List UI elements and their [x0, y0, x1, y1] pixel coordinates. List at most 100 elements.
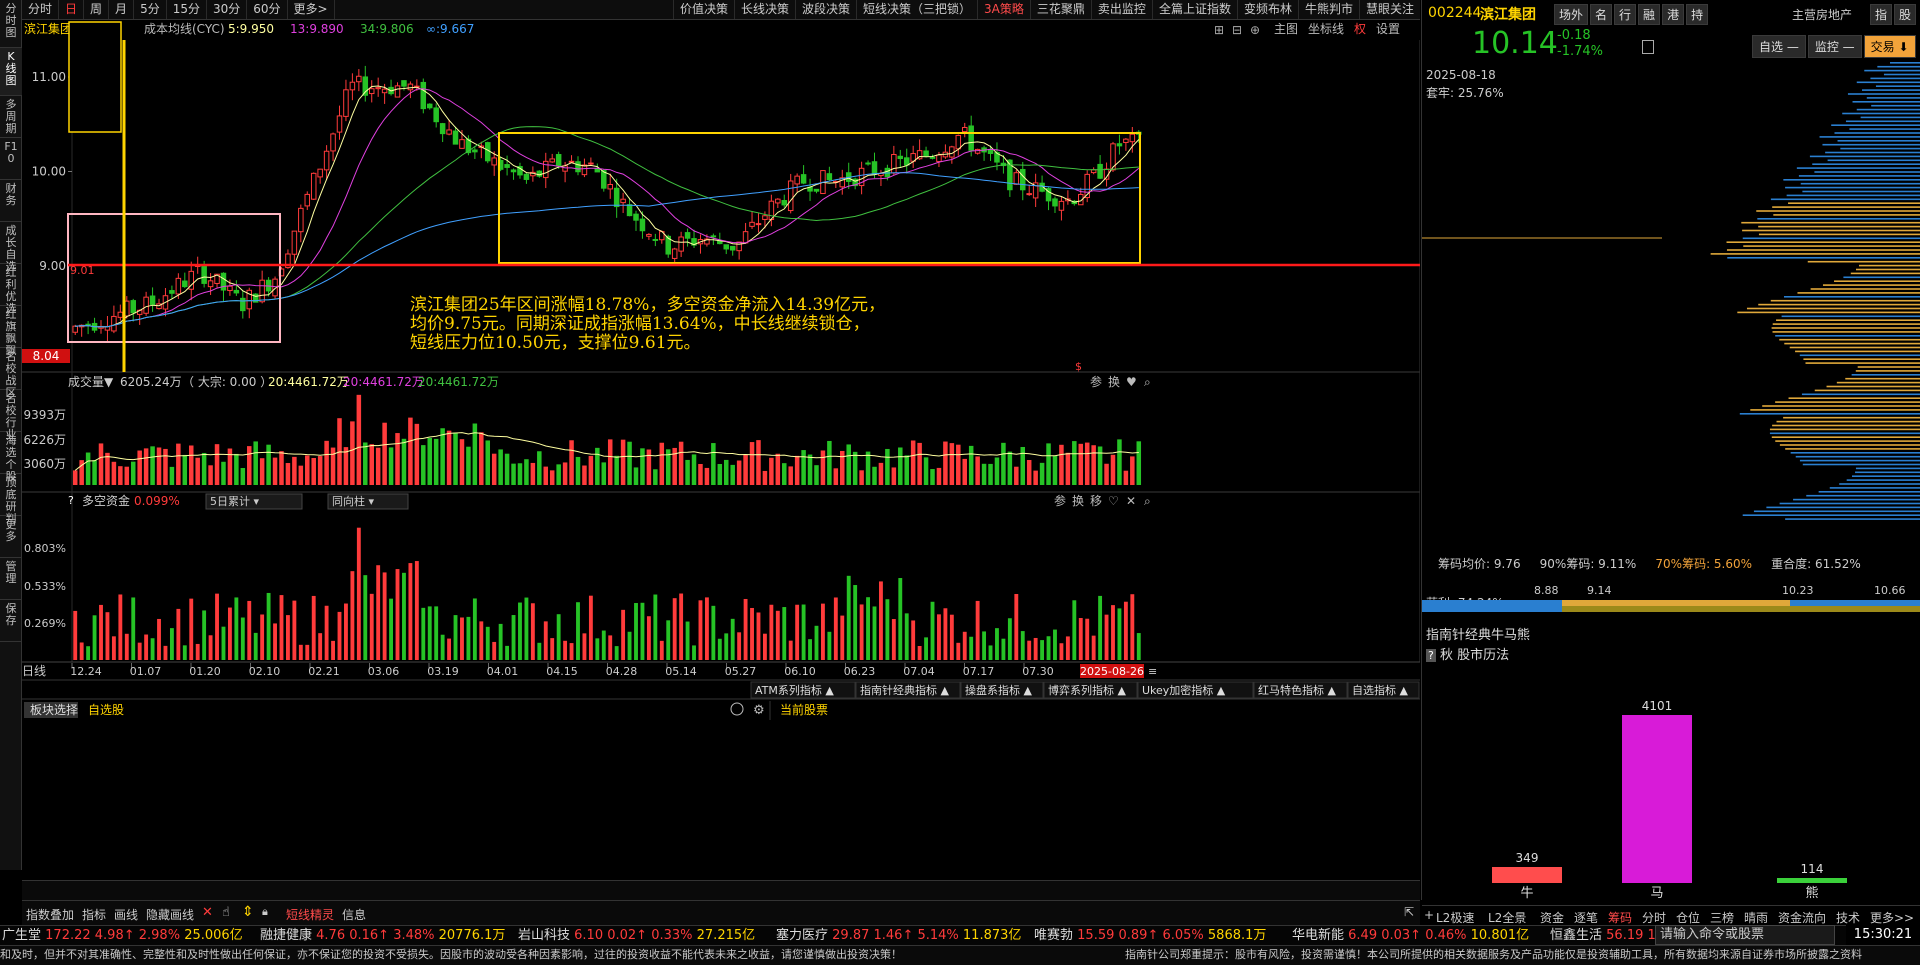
strategy-tab[interactable]: 三花聚鼎: [1029, 0, 1091, 19]
expand-icon[interactable]: ⇱: [1404, 905, 1414, 919]
ticker-item[interactable]: 广生堂 172.22 4.98↑ 2.98% 25.006亿: [2, 926, 243, 945]
panel-tab[interactable]: L2极速: [1436, 909, 1474, 925]
close-icon[interactable]: ✕: [1126, 494, 1136, 508]
date-menu-icon[interactable]: ≡: [1148, 665, 1157, 678]
gear-icon[interactable]: ⚙: [753, 703, 765, 718]
strategy-tab[interactable]: 慧眼关注: [1358, 0, 1420, 19]
period-tab[interactable]: 月: [109, 0, 135, 19]
volume-control[interactable]: 换: [1108, 375, 1120, 389]
stock-action-button[interactable]: 名: [1590, 4, 1613, 25]
volume-control[interactable]: 参: [1090, 374, 1102, 389]
sidebar-item-13[interactable]: 管理: [0, 558, 22, 600]
zoom-in-icon[interactable]: ⊞: [1214, 23, 1224, 37]
chart-control[interactable]: 权: [1354, 22, 1366, 36]
command-input[interactable]: 请输入命令或股票: [1655, 925, 1835, 945]
chart-control[interactable]: 坐标线: [1308, 22, 1344, 36]
help-icon[interactable]: ?: [68, 494, 74, 507]
sidebar-item-2[interactable]: 多周期: [0, 96, 22, 138]
search-icon[interactable]: ⌕: [1144, 494, 1151, 508]
sidebar-item-1[interactable]: K线图: [0, 48, 22, 96]
panel-tab[interactable]: 逐笔: [1574, 909, 1598, 925]
flag-button[interactable]: 指: [1870, 4, 1893, 25]
sidebar-item-4[interactable]: 财务: [0, 180, 22, 222]
stock-action-button[interactable]: 行: [1614, 4, 1637, 25]
period-tab[interactable]: 日: [59, 0, 85, 19]
panel-tab[interactable]: 筹码: [1608, 909, 1632, 925]
sidebar-item-8[interactable]: 名校战区: [0, 348, 22, 399]
strategy-tab[interactable]: 全篇上证指数: [1151, 0, 1237, 19]
tool-item[interactable]: 指数叠加: [26, 906, 74, 923]
heart-icon[interactable]: ♡: [1108, 494, 1119, 508]
stock-action-button[interactable]: 港: [1662, 4, 1685, 25]
ticker-item[interactable]: 恒鑫生活 56.19 1↑: [1550, 926, 1667, 945]
panel-action-button[interactable]: 交易 ⬇: [1863, 35, 1916, 58]
fund-control[interactable]: 换: [1072, 494, 1084, 508]
zoom-out-icon[interactable]: ⊟: [1232, 23, 1242, 37]
kline-svg[interactable]: 滨江集团 成本均线(CYC) 5:9.950 13:9.890 34:9.806 ∞:9.…: [22, 20, 1420, 880]
sidebar-item-3[interactable]: F10: [0, 138, 22, 180]
indicator-name[interactable]: 成本均线(CYC): [144, 22, 225, 36]
tool-item[interactable]: 短线精灵: [286, 906, 334, 923]
strategy-tab[interactable]: 短线决策（三把锁）: [856, 0, 977, 19]
lock-icon[interactable]: 🔒︎: [262, 905, 268, 919]
calendar-icon[interactable]: [1642, 40, 1654, 54]
tool-item[interactable]: 隐藏画线: [146, 906, 194, 923]
panel-tab[interactable]: 技术: [1836, 909, 1860, 925]
tool-item[interactable]: 指标: [82, 906, 106, 923]
panel-tab[interactable]: L2全景: [1488, 909, 1526, 925]
pause-icon[interactable]: [730, 702, 744, 716]
period-tab[interactable]: 15分: [167, 0, 207, 19]
delete-icon[interactable]: ✕: [202, 905, 213, 920]
strategy-tab[interactable]: 牛熊判市: [1297, 0, 1359, 19]
strategy-tab[interactable]: 卖出监控: [1090, 0, 1152, 19]
ticker-item[interactable]: 岩山科技 6.10 0.02↑ 0.33% 27.215亿: [518, 926, 755, 945]
strategy-tab[interactable]: 变频布林: [1236, 0, 1298, 19]
stock-action-button[interactable]: 场外: [1554, 4, 1589, 25]
sidebar-item-10[interactable]: 海选个股: [0, 432, 22, 483]
strategy-tab[interactable]: 波段决策: [795, 0, 856, 19]
sidebar-item-6[interactable]: 红利优选: [0, 264, 22, 315]
plus-icon[interactable]: +: [1424, 908, 1434, 922]
panel-tab[interactable]: 三榜: [1710, 909, 1734, 925]
fund-control[interactable]: 移: [1090, 494, 1102, 508]
heart-icon[interactable]: ♥: [1126, 375, 1137, 389]
strategy-tab[interactable]: 价值决策: [672, 0, 734, 19]
chart-control[interactable]: 主图: [1274, 22, 1298, 36]
sidebar-item-14[interactable]: 保存: [0, 600, 22, 642]
panel-tab[interactable]: 晴雨: [1744, 909, 1768, 925]
search-icon[interactable]: ⌕: [1144, 375, 1151, 389]
strategy-tab[interactable]: 3A策略: [977, 0, 1030, 19]
fund-control[interactable]: 参: [1054, 493, 1066, 508]
tool-item[interactable]: 画线: [114, 906, 138, 923]
sidebar-item-7[interactable]: 红旗飘飘: [0, 306, 22, 357]
kline-chart-area[interactable]: 滨江集团 成本均线(CYC) 5:9.950 13:9.890 34:9.806 ∞:9.…: [22, 20, 1420, 880]
panel-tab[interactable]: 分时: [1642, 909, 1666, 925]
more-icon[interactable]: ⊕: [1250, 23, 1260, 37]
tool-item[interactable]: 信息: [342, 906, 366, 923]
strategy-tab[interactable]: 长线决策: [734, 0, 795, 19]
watchlist-tab[interactable]: 自选股: [88, 703, 124, 717]
move-icon[interactable]: ⇕: [242, 904, 254, 920]
sidebar-item-11[interactable]: 顶底研判: [0, 474, 22, 525]
flag-button[interactable]: 股: [1894, 4, 1917, 25]
hand-icon[interactable]: ☝: [222, 905, 230, 920]
panel-tab[interactable]: 资金流向: [1778, 909, 1826, 925]
period-tab[interactable]: 5分: [134, 0, 167, 19]
chart-control[interactable]: 设置: [1376, 22, 1400, 36]
stock-action-button[interactable]: 融: [1638, 4, 1661, 25]
period-tab[interactable]: 周: [84, 0, 110, 19]
panel-action-button[interactable]: 监控 —: [1807, 35, 1862, 58]
period-tab[interactable]: 更多>: [288, 0, 335, 19]
sidebar-item-12[interactable]: 更多: [0, 516, 22, 558]
ticker-item[interactable]: 唯赛勃 15.59 0.89↑ 6.05% 5868.1万: [1034, 926, 1266, 945]
panel-tab[interactable]: 更多>>: [1870, 909, 1914, 925]
volume-label[interactable]: 成交量▼: [68, 374, 114, 389]
stock-action-button[interactable]: 持: [1686, 4, 1709, 25]
panel-action-button[interactable]: 自选 —: [1752, 35, 1806, 58]
sidebar-item-5[interactable]: 成长自选: [0, 222, 22, 273]
period-tab[interactable]: 分时: [22, 0, 60, 19]
ticker-item[interactable]: 融捷健康 4.76 0.16↑ 3.48% 20776.1万: [260, 926, 505, 945]
period-tab[interactable]: 30分: [207, 0, 248, 19]
period-tab[interactable]: 60分: [247, 0, 288, 19]
sidebar-item-0[interactable]: 分时图: [0, 0, 22, 48]
